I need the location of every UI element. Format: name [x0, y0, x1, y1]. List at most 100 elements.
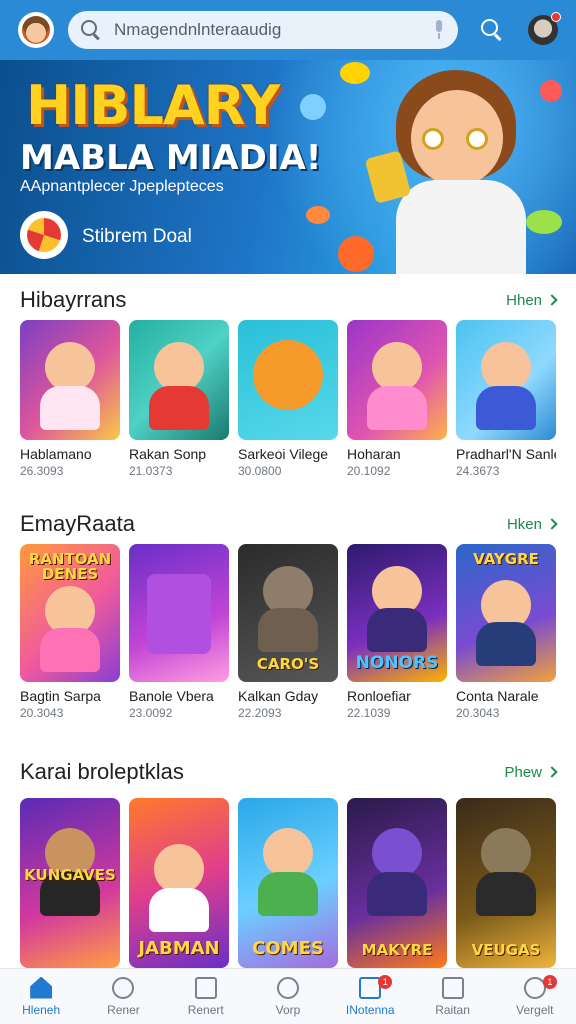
- game-title: Conta Narale: [456, 688, 539, 704]
- game-thumbnail: [238, 320, 338, 440]
- thumbnail-caption: VAYGRE: [473, 550, 539, 568]
- game-meta: 24.3673: [456, 464, 500, 478]
- thumbnail-caption: VEUGAS: [471, 941, 541, 959]
- game-thumbnail: [347, 320, 447, 440]
- game-card[interactable]: VEUGAS: [456, 798, 556, 968]
- game-card[interactable]: Sarkeoi Vilege 30.0800: [238, 320, 338, 478]
- see-more-link[interactable]: Hken: [507, 516, 558, 533]
- game-thumbnail: RANTOAN DENES: [20, 544, 120, 682]
- chevron-right-icon: [546, 518, 558, 530]
- game-meta: 23.0092: [129, 706, 173, 720]
- notification-badge: 1: [378, 975, 393, 989]
- game-meta: 26.3093: [20, 464, 64, 478]
- chevron-right-icon: [546, 294, 558, 306]
- user-avatar[interactable]: [18, 12, 54, 48]
- section-hibayrrans: Hibayrrans Hhen Hablamano 26.3093 Rakan …: [0, 286, 576, 486]
- game-thumbnail: NONORS: [347, 544, 447, 682]
- profile-avatar[interactable]: [528, 12, 561, 45]
- game-card[interactable]: NONORS Ronloefiar 22.1039: [347, 544, 447, 720]
- game-thumbnail: [20, 320, 120, 440]
- game-meta: 22.1039: [347, 706, 391, 720]
- thumbnail-caption: NONORS: [355, 653, 439, 673]
- decor-candy: [306, 206, 330, 224]
- list-icon: [441, 976, 464, 999]
- section-karai-broleptklas: Karai broleptklas Phew KUNGAVES JABMAN C…: [0, 758, 576, 968]
- game-thumbnail: MAKYRE: [347, 798, 447, 968]
- game-card[interactable]: Hablamano 26.3093: [20, 320, 120, 478]
- game-card[interactable]: Rakan Sonp 21.0373: [129, 320, 229, 478]
- search-icon: [80, 19, 102, 41]
- nav-label: Raitan: [435, 1002, 470, 1017]
- game-card[interactable]: CARO'S Kalkan Gday 22.2093: [238, 544, 338, 720]
- game-card[interactable]: JABMAN: [129, 798, 229, 968]
- thumbnail-caption: MAKYRE: [361, 941, 433, 959]
- banner-subtitle: MABLA MIADIA!: [20, 138, 322, 178]
- search-input[interactable]: Nmagendnlnteraaudig: [114, 20, 432, 40]
- game-thumbnail: [129, 320, 229, 440]
- game-title: Pradharl'N Sanle: [456, 446, 556, 462]
- game-thumbnail: [129, 544, 229, 682]
- game-card[interactable]: Hoharan 20.1092: [347, 320, 447, 478]
- search-icon[interactable]: [480, 18, 504, 42]
- game-card[interactable]: Banole Vbera 23.0092: [129, 544, 229, 720]
- nav-renert[interactable]: Renert: [165, 969, 247, 1024]
- microphone-icon[interactable]: [432, 20, 446, 40]
- game-meta: 30.0800: [238, 464, 282, 478]
- game-card[interactable]: COMES: [238, 798, 338, 968]
- game-card[interactable]: RANTOAN DENES Bagtin Sarpa 20.3043: [20, 544, 120, 720]
- nav-home[interactable]: Hleneh: [0, 969, 82, 1024]
- compass-icon: [112, 976, 135, 999]
- banner-title: HIBLARY: [26, 74, 280, 137]
- home-icon: [30, 976, 53, 999]
- thumbnail-caption: RANTOAN DENES: [28, 550, 112, 583]
- game-card[interactable]: MAKYRE: [347, 798, 447, 968]
- section-title: Hibayrrans: [20, 287, 127, 312]
- game-card[interactable]: VAYGRE Conta Narale 20.3043: [456, 544, 556, 720]
- game-card[interactable]: KUNGAVES: [20, 798, 120, 968]
- game-meta: 20.1092: [347, 464, 391, 478]
- nav-vergelt[interactable]: 1 Vergelt: [494, 969, 576, 1024]
- game-title: Bagtin Sarpa: [20, 688, 101, 704]
- swirl-logo-icon: [27, 218, 61, 252]
- decor-candy: [300, 94, 326, 120]
- store-icon: [194, 976, 217, 999]
- game-title: Hablamano: [20, 446, 92, 462]
- game-meta: 22.2093: [238, 706, 282, 720]
- game-title: Ronloefiar: [347, 688, 411, 704]
- nav-label: Vorp: [275, 1002, 301, 1017]
- notification-dot: [551, 12, 561, 22]
- nav-label: Rener: [107, 1002, 140, 1017]
- game-meta: 21.0373: [129, 464, 173, 478]
- game-thumbnail: KUNGAVES: [20, 798, 120, 968]
- game-thumbnail: [456, 320, 556, 440]
- nav-label: Vergelt: [516, 1002, 554, 1017]
- game-title: Kalkan Gday: [238, 688, 319, 704]
- see-more-link[interactable]: Hhen: [506, 291, 558, 309]
- bottom-navigation: Hleneh Rener Renert Vorp 1 INotenna Rait…: [0, 968, 576, 1024]
- game-meta: 20.3043: [456, 706, 500, 720]
- game-thumbnail: CARO'S: [238, 544, 338, 682]
- brand-name: Stibrem Doal: [82, 226, 192, 247]
- game-thumbnail: JABMAN: [129, 798, 229, 968]
- nav-vorp[interactable]: Vorp: [247, 969, 329, 1024]
- see-more-label: Hhen: [506, 291, 542, 309]
- featured-banner[interactable]: HIBLARY MABLA MIADIA! AApnantplecer Jpep…: [0, 60, 576, 274]
- game-thumbnail: COMES: [238, 798, 338, 968]
- see-more-link[interactable]: Phew: [504, 764, 558, 781]
- brand-logo: [20, 211, 68, 259]
- game-title: Sarkeoi Vilege: [238, 446, 329, 462]
- game-title: Hoharan: [347, 446, 401, 462]
- search-bar[interactable]: Nmagendnlnteraaudig: [68, 11, 458, 49]
- game-thumbnail: VEUGAS: [456, 798, 556, 968]
- thumbnail-caption: COMES: [252, 938, 324, 959]
- nav-notenna[interactable]: 1 INotenna: [329, 969, 411, 1024]
- nav-label: Hleneh: [22, 1002, 61, 1017]
- game-card[interactable]: Pradharl'N Sanle 24.3673: [456, 320, 556, 478]
- nav-rener[interactable]: Rener: [82, 969, 164, 1024]
- top-app-bar: Nmagendnlnteraaudig: [0, 0, 576, 60]
- nav-label: INotenna: [345, 1002, 395, 1017]
- nav-label: Renert: [187, 1002, 224, 1017]
- nav-raitan[interactable]: Raitan: [411, 969, 493, 1024]
- section-title: Karai broleptklas: [20, 759, 184, 784]
- thumbnail-caption: JABMAN: [138, 938, 220, 959]
